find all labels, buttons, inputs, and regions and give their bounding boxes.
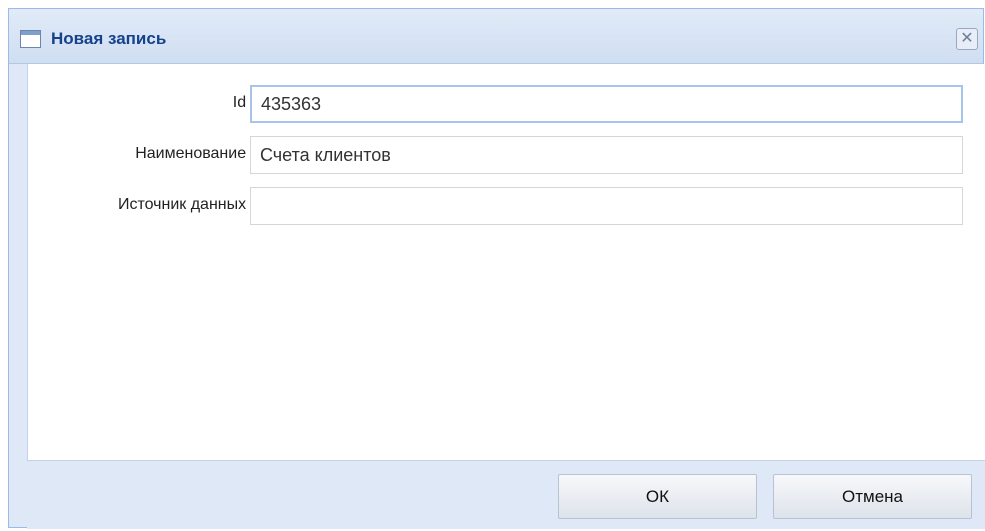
form-row-name: Наименование : — [28, 136, 985, 174]
new-record-dialog: Новая запись ✕ Id : Наименование : Источ… — [8, 8, 985, 529]
dialog-titlebar[interactable]: Новая запись ✕ — [9, 9, 983, 64]
cancel-button[interactable]: Отмена — [773, 474, 972, 519]
dialog-footer: ОК Отмена — [27, 461, 985, 529]
dialog-title: Новая запись — [51, 29, 167, 48]
data-source-label: Источник данных : — [117, 196, 255, 213]
id-field[interactable] — [250, 85, 963, 123]
form-row-id: Id : — [28, 85, 985, 123]
form-panel: Id : Наименование : Источник данных : — [27, 64, 985, 461]
close-icon[interactable]: ✕ — [956, 28, 978, 50]
window-icon — [20, 30, 41, 48]
name-field[interactable] — [250, 136, 963, 174]
data-source-field[interactable] — [250, 187, 963, 225]
ok-button[interactable]: ОК — [558, 474, 757, 519]
form-row-data-source: Источник данных : — [28, 187, 985, 225]
name-label: Наименование : — [135, 145, 255, 162]
